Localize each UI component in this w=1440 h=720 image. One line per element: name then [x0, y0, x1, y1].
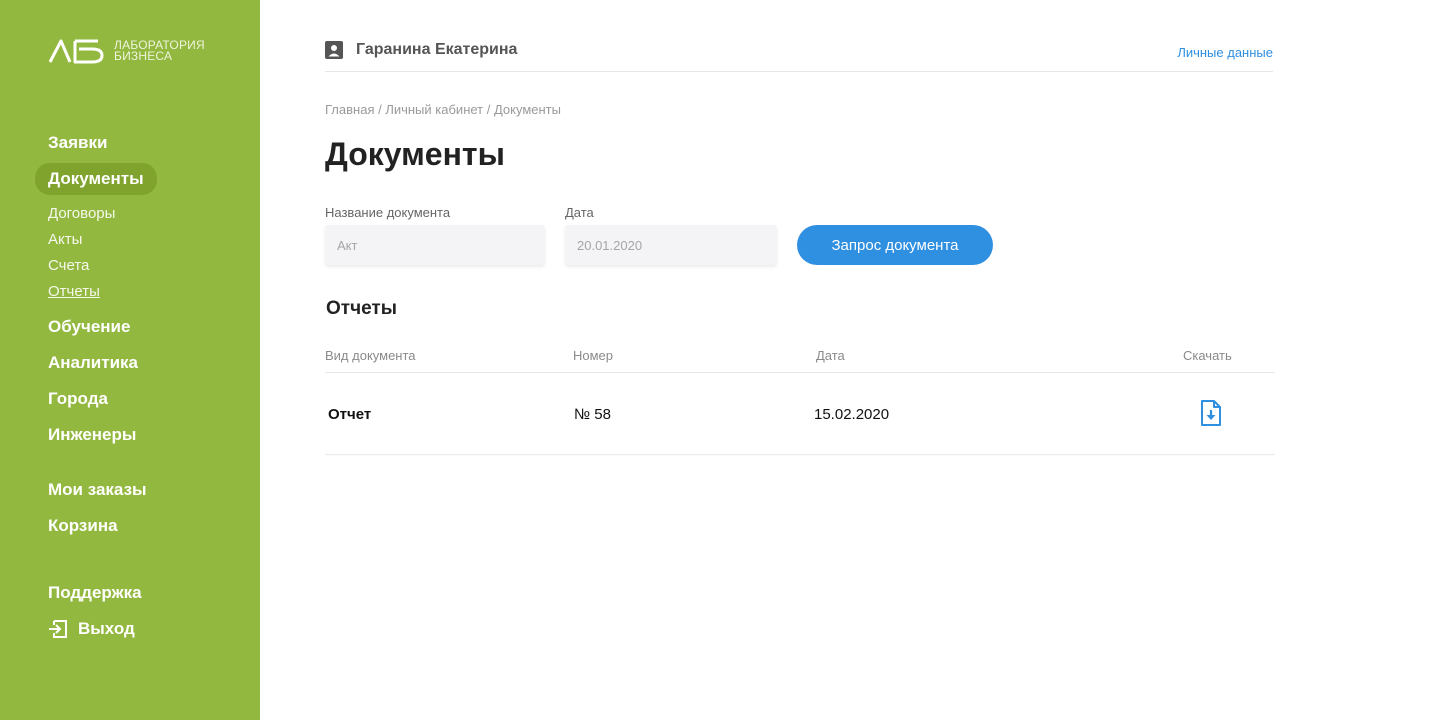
logo[interactable]: ЛАБОРАТОРИЯ БИЗНЕСА: [48, 38, 205, 64]
sidebar-subitem-invoices[interactable]: Счета: [48, 257, 89, 274]
document-name-input[interactable]: [325, 225, 545, 265]
column-header-number: Номер: [573, 348, 614, 363]
logout-label: Выход: [78, 619, 135, 638]
file-download-icon[interactable]: [1199, 399, 1223, 427]
sidebar-item-requests[interactable]: Заявки: [48, 133, 107, 153]
cell-document-number: № 58: [574, 406, 611, 423]
column-header-type: Вид документа: [325, 348, 416, 363]
request-document-button[interactable]: Запрос документа: [797, 225, 993, 265]
breadcrumb: Главная / Личный кабинет / Документы: [325, 102, 561, 117]
sidebar-item-cart[interactable]: Корзина: [48, 516, 118, 536]
page-title: Документы: [325, 136, 505, 172]
logo-text: ЛАБОРАТОРИЯ БИЗНЕСА: [114, 39, 205, 63]
lb-logo-icon: [48, 39, 104, 64]
document-name-label: Название документа: [325, 205, 451, 220]
column-header-date: Дата: [816, 348, 845, 363]
cell-document-date: 15.02.2020: [814, 406, 890, 423]
main-content: Гаранина Екатерина Личные данные Главная…: [325, 0, 1275, 720]
logout-icon: [49, 620, 67, 638]
sidebar-subitem-contracts[interactable]: Договоры: [48, 205, 115, 222]
sidebar-item-training[interactable]: Обучение: [48, 317, 130, 337]
sidebar-item-cities[interactable]: Города: [48, 389, 108, 409]
table-row: Отчет № 58 15.02.2020: [325, 373, 1275, 455]
column-header-download: Скачать: [1183, 348, 1232, 363]
user-header: Гаранина Екатерина Личные данные: [325, 40, 1273, 72]
sidebar-subitem-reports[interactable]: Отчеты: [48, 283, 100, 300]
user-card-icon: [325, 41, 343, 59]
date-input[interactable]: [565, 225, 777, 265]
sidebar-subitem-acts[interactable]: Акты: [48, 231, 82, 248]
sidebar-item-my-orders[interactable]: Мои заказы: [48, 480, 147, 500]
personal-data-link[interactable]: Личные данные: [1177, 45, 1273, 60]
cell-document-type: Отчет: [328, 406, 372, 423]
sidebar-item-documents[interactable]: Документы: [35, 163, 157, 195]
user-name: Гаранина Екатерина: [356, 41, 518, 58]
section-title: Отчеты: [326, 298, 397, 319]
sidebar-item-support[interactable]: Поддержка: [48, 583, 142, 603]
date-label: Дата: [565, 205, 594, 220]
sidebar-item-engineers[interactable]: Инженеры: [48, 425, 136, 445]
logo-line-2: БИЗНЕСА: [114, 49, 173, 63]
sidebar: ЛАБОРАТОРИЯ БИЗНЕСА Заявки Документы Дог…: [0, 0, 260, 720]
sidebar-item-analytics[interactable]: Аналитика: [48, 353, 138, 373]
sidebar-item-logout[interactable]: Выход: [48, 619, 135, 639]
